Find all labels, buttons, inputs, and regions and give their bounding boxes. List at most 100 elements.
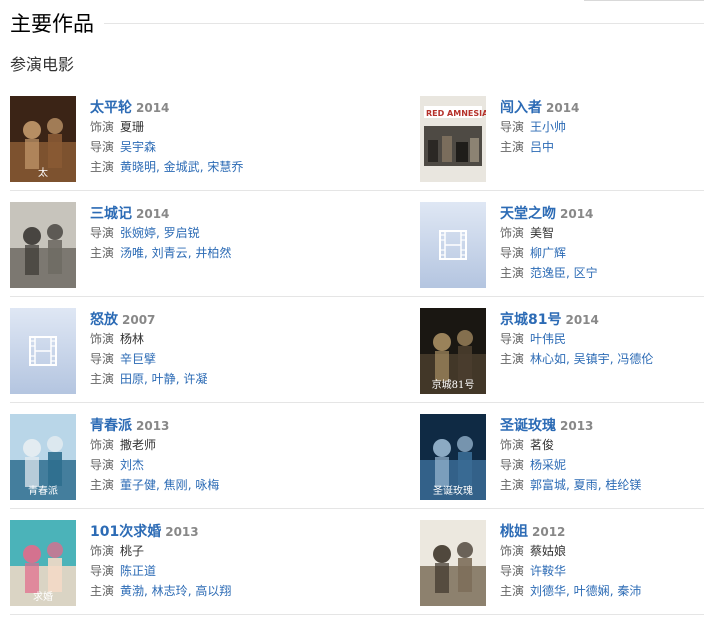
movie-info: 桃姐 2012 饰演 蔡姑娘 导演 许鞍华 主演 刘德华, 叶德娴, 秦沛 bbox=[500, 521, 704, 601]
starring-label: 主演 bbox=[500, 352, 525, 366]
role-line: 饰演 茗俊 bbox=[500, 435, 704, 455]
person-link[interactable]: 王小帅 bbox=[530, 120, 566, 134]
person-link[interactable]: 冯德伦 bbox=[617, 352, 653, 366]
movie-poster[interactable]: 京城81号 bbox=[420, 308, 486, 394]
svg-text:京城81号: 京城81号 bbox=[432, 378, 475, 391]
movie-poster[interactable] bbox=[10, 202, 76, 288]
person-link[interactable]: 刘德华 bbox=[530, 584, 566, 598]
movie-title-link[interactable]: 圣诞玫瑰 bbox=[500, 418, 556, 434]
movie-poster[interactable] bbox=[420, 520, 486, 606]
director-line: 导演 张婉婷, 罗启锐 bbox=[90, 223, 300, 243]
director-label: 导演 bbox=[500, 564, 525, 578]
role-name: 桃子 bbox=[120, 544, 145, 558]
movie-title-line: 怒放 2007 bbox=[90, 309, 300, 329]
separator: , bbox=[566, 266, 574, 280]
person-link[interactable]: 秦沛 bbox=[617, 584, 641, 598]
person-link[interactable]: 柳广辉 bbox=[530, 246, 566, 260]
director-line: 导演 吴宇森 bbox=[90, 137, 300, 157]
starring-label: 主演 bbox=[90, 478, 115, 492]
person-link[interactable]: 杨采妮 bbox=[530, 458, 566, 472]
person-link[interactable]: 董子健 bbox=[120, 478, 156, 492]
svg-text:求婚: 求婚 bbox=[33, 590, 53, 603]
person-link[interactable]: 高以翔 bbox=[195, 584, 231, 598]
person-link[interactable]: 许鞍华 bbox=[530, 564, 566, 578]
person-link[interactable]: 夏雨 bbox=[574, 478, 598, 492]
person-link[interactable]: 井柏然 bbox=[195, 246, 231, 260]
movie-title-line: 太平轮 2014 bbox=[90, 97, 300, 117]
movie-poster[interactable]: 圣诞玫瑰 bbox=[420, 414, 486, 500]
person-link[interactable]: 林心如 bbox=[530, 352, 566, 366]
movie-title-link[interactable]: 101次求婚 bbox=[90, 524, 161, 540]
separator: , bbox=[566, 584, 574, 598]
starring-label: 主演 bbox=[500, 140, 525, 154]
person-link[interactable]: 咏梅 bbox=[195, 478, 219, 492]
person-link[interactable]: 林志玲 bbox=[152, 584, 188, 598]
person-link[interactable]: 黄渤 bbox=[120, 584, 144, 598]
poster-placeholder[interactable] bbox=[10, 308, 76, 394]
person-link[interactable]: 金城武 bbox=[164, 160, 200, 174]
role-line: 饰演 桃子 bbox=[90, 541, 300, 561]
person-link[interactable]: 田原 bbox=[120, 372, 144, 386]
role-name: 杨林 bbox=[120, 332, 145, 346]
person-link[interactable]: 吴镇宇 bbox=[574, 352, 610, 366]
person-link[interactable]: 张婉婷 bbox=[120, 226, 156, 240]
director-line: 导演 刘杰 bbox=[90, 455, 300, 475]
filmography-row: 青春派 青春派 2013 饰演 撒老师 导演 刘杰 主演 董子健, 焦刚, 咏梅 圣诞玫瑰 圣诞玫瑰… bbox=[10, 414, 704, 520]
person-link[interactable]: 吴宇森 bbox=[120, 140, 156, 154]
role-label: 饰演 bbox=[500, 438, 525, 452]
person-link[interactable]: 辛巨擘 bbox=[120, 352, 156, 366]
person-link[interactable]: 焦刚 bbox=[164, 478, 188, 492]
director-label: 导演 bbox=[90, 352, 115, 366]
person-link[interactable]: 郭富城 bbox=[530, 478, 566, 492]
director-label: 导演 bbox=[500, 120, 525, 134]
role-label: 饰演 bbox=[90, 438, 115, 452]
separator: , bbox=[566, 478, 574, 492]
svg-text:圣诞玫瑰: 圣诞玫瑰 bbox=[433, 484, 473, 497]
person-link[interactable]: 许凝 bbox=[183, 372, 207, 386]
director-label: 导演 bbox=[500, 246, 525, 260]
movie-info: 京城81号 2014 导演 叶伟民 主演 林心如, 吴镇宇, 冯德伦 bbox=[500, 309, 704, 369]
movie-card: 京城81号 京城81号 2014 导演 叶伟民 主演 林心如, 吴镇宇, 冯德伦 bbox=[420, 308, 704, 398]
movie-poster[interactable]: 太 bbox=[10, 96, 76, 182]
movie-year: 2013 bbox=[136, 419, 170, 433]
movie-title-link[interactable]: 桃姐 bbox=[500, 524, 528, 540]
movie-title-link[interactable]: 太平轮 bbox=[90, 100, 132, 116]
starring-label: 主演 bbox=[500, 266, 525, 280]
starring-line: 主演 田原, 叶静, 许凝 bbox=[90, 369, 300, 389]
movie-poster[interactable]: RED AMNESIA bbox=[420, 96, 486, 182]
movie-title-link[interactable]: 闯入者 bbox=[500, 100, 542, 116]
person-link[interactable]: 罗启锐 bbox=[164, 226, 200, 240]
starring-label: 主演 bbox=[500, 478, 525, 492]
person-link[interactable]: 黄晓明 bbox=[120, 160, 156, 174]
person-link[interactable]: 刘杰 bbox=[120, 458, 144, 472]
role-label: 饰演 bbox=[90, 120, 115, 134]
person-link[interactable]: 叶德娴 bbox=[574, 584, 610, 598]
separator: , bbox=[144, 246, 152, 260]
movie-title-link[interactable]: 天堂之吻 bbox=[500, 206, 556, 222]
person-link[interactable]: 范逸臣 bbox=[530, 266, 566, 280]
movie-title-link[interactable]: 三城记 bbox=[90, 206, 132, 222]
movie-poster[interactable]: 青春派 bbox=[10, 414, 76, 500]
person-link[interactable]: 陈正道 bbox=[120, 564, 156, 578]
role-name: 蔡姑娘 bbox=[530, 544, 567, 558]
movie-year: 2014 bbox=[560, 207, 594, 221]
person-link[interactable]: 叶伟民 bbox=[530, 332, 566, 346]
movie-title-link[interactable]: 怒放 bbox=[90, 312, 118, 328]
person-link[interactable]: 区宁 bbox=[574, 266, 598, 280]
movie-title-link[interactable]: 青春派 bbox=[90, 418, 132, 434]
person-link[interactable]: 桂纶镁 bbox=[605, 478, 641, 492]
movie-title-link[interactable]: 京城81号 bbox=[500, 312, 561, 328]
person-link[interactable]: 叶静 bbox=[152, 372, 176, 386]
person-link[interactable]: 宋慧乔 bbox=[207, 160, 243, 174]
movie-poster[interactable]: 求婚 bbox=[10, 520, 76, 606]
director-line: 导演 柳广辉 bbox=[500, 243, 704, 263]
person-link[interactable]: 汤唯 bbox=[120, 246, 144, 260]
section-title: 主要作品 bbox=[10, 12, 94, 36]
movie-info: 三城记 2014 导演 张婉婷, 罗启锐 主演 汤唯, 刘青云, 井柏然 bbox=[90, 203, 300, 263]
poster-placeholder[interactable] bbox=[420, 202, 486, 288]
separator: , bbox=[144, 372, 152, 386]
person-link[interactable]: 刘青云 bbox=[152, 246, 188, 260]
director-label: 导演 bbox=[90, 140, 115, 154]
movie-title-line: 青春派 2013 bbox=[90, 415, 300, 435]
person-link[interactable]: 吕中 bbox=[530, 140, 554, 154]
